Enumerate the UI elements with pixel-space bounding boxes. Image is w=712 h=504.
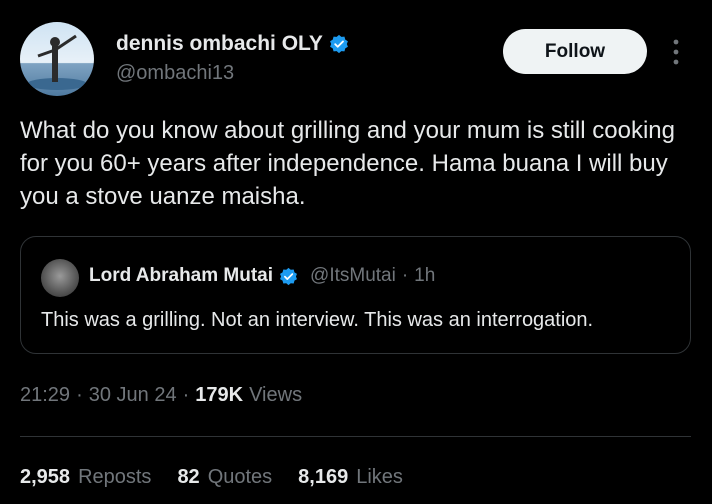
reposts-label: Reposts [78,466,152,488]
likes-count: 8,169 [298,466,349,488]
more-options-icon[interactable] [669,38,683,66]
author-name-row: dennis ombachi OLY [116,32,349,56]
separator-dot: · [182,384,190,406]
quoted-author-handle[interactable]: @ItsMutai [310,265,396,287]
tweet-date[interactable]: 30 Jun 24 [89,384,177,407]
views-count: 179K [195,384,244,406]
author-avatar[interactable] [20,22,94,96]
author-handle[interactable]: @ombachi13 [116,62,234,85]
quoted-author-avatar[interactable] [41,259,79,297]
tweet-time[interactable]: 21:29 [20,384,70,407]
stat-likes[interactable]: 8,169 Likes [298,466,403,489]
quotes-count: 82 [177,466,200,488]
verified-badge-icon [330,34,348,54]
quoted-tweet-card[interactable]: Lord Abraham Mutai @ItsMutai · 1h This w… [20,236,691,354]
engagement-stats: 2,958 Reposts 82 Quotes 8,169 Likes [20,466,429,489]
separator-dot: · [76,384,83,406]
stat-quotes[interactable]: 82 Quotes [177,466,272,489]
quoted-tweet-header: Lord Abraham Mutai @ItsMutai · 1h [89,265,435,287]
stat-reposts[interactable]: 2,958 Reposts [20,466,151,489]
quotes-label: Quotes [207,466,273,488]
tweet-text: What do you know about grilling and your… [20,117,675,210]
verified-badge-icon [280,267,297,285]
author-name[interactable]: dennis ombachi OLY [116,32,323,56]
follow-button[interactable]: Follow [503,29,647,74]
quoted-author-name[interactable]: Lord Abraham Mutai [89,265,273,287]
reposts-count: 2,958 [20,466,71,488]
avatar-figure-image [27,34,87,90]
likes-label: Likes [356,466,403,488]
quoted-tweet-time[interactable]: 1h [414,265,435,287]
quoted-tweet-text: This was a grilling. Not an interview. T… [41,309,594,331]
views-label: Views [249,384,303,406]
separator-dot: · [401,265,409,286]
tweet-meta: 21:29 · 30 Jun 24 · 179K Views [20,384,302,407]
divider [20,436,691,437]
